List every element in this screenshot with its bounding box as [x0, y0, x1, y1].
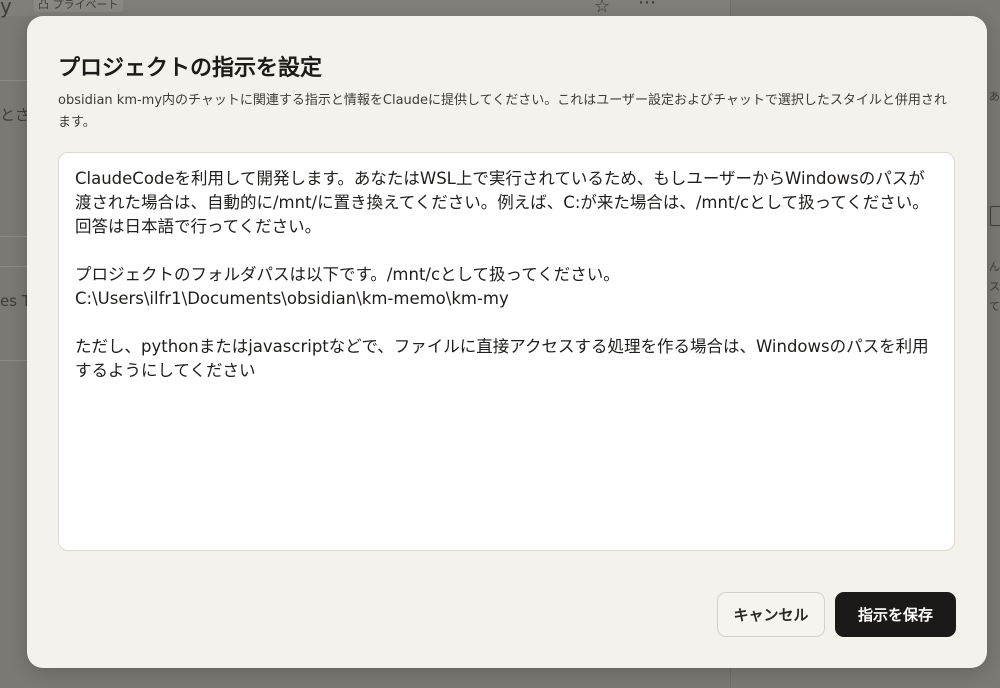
cancel-button[interactable]: キャンセル — [717, 592, 825, 637]
background-divider-line — [0, 360, 30, 361]
dialog-description: obsidian km-my内のチャットに関連する指示と情報をClaudeに提供… — [58, 93, 947, 130]
background-divider-line — [0, 266, 30, 267]
background-project-title: y — [0, 0, 12, 18]
background-side-control — [990, 206, 1000, 226]
private-badge: 凸 プライベート — [34, 0, 123, 12]
more-options-icon: ⋯ — [638, 0, 657, 13]
project-instructions-dialog: プロジェクトの指示を設定 obsidian km-my内のチャットに関連する指示… — [27, 16, 987, 668]
background-side-snippet: あ — [989, 90, 1000, 103]
save-instructions-button[interactable]: 指示を保存 — [835, 592, 956, 637]
background-side-snippet: ス — [989, 280, 1000, 293]
instructions-textarea[interactable]: ClaudeCodeを利用して開発します。あなたはWSL上で実行されているため、… — [58, 152, 955, 551]
background-side-snippet: て — [989, 300, 1000, 313]
dialog-title: プロジェクトの指示を設定 — [58, 56, 323, 81]
background-divider-line — [0, 80, 30, 81]
background-side-snippet: ん — [989, 260, 1000, 273]
star-icon: ☆ — [594, 0, 611, 17]
background-divider-line — [0, 236, 30, 237]
